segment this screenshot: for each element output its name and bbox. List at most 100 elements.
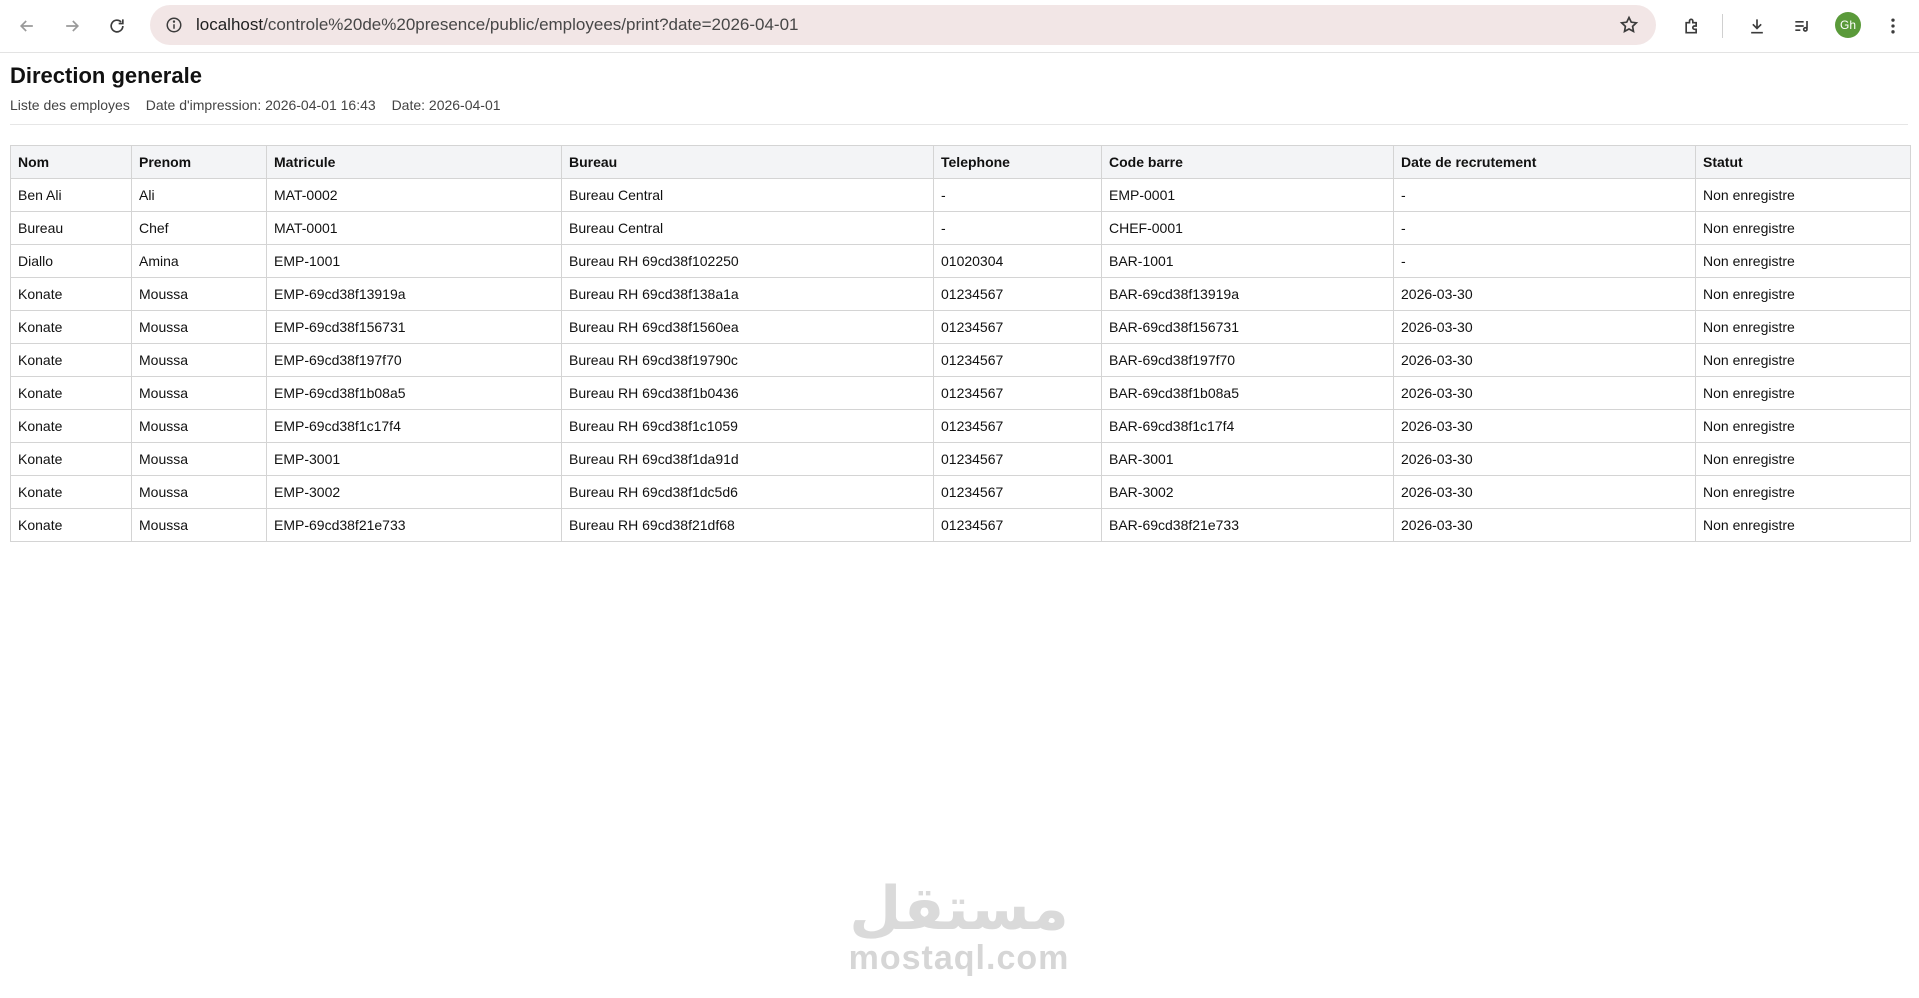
table-row: Ben Ali Ali MAT-0002 Bureau Central - EMP-000…: [10, 178, 1911, 212]
cell-telephone: 01234567: [933, 475, 1102, 509]
column-header: Prenom: [131, 145, 267, 179]
column-header: Bureau: [561, 145, 934, 179]
page-title: Direction generale: [10, 63, 202, 88]
cell-statut: Non enregistre: [1695, 475, 1911, 509]
cell-nom: Konate: [10, 376, 132, 410]
cell-nom: Konate: [10, 442, 132, 476]
cell-code-barre: EMP-0001: [1101, 178, 1394, 212]
cell-date-recrutement: 2026-03-30: [1393, 475, 1696, 509]
cell-matricule: EMP-69cd38f21e733: [266, 508, 562, 542]
url-host: localhost: [196, 15, 264, 34]
extensions-button[interactable]: [1676, 10, 1708, 42]
cell-nom: Konate: [10, 343, 132, 377]
cell-prenom: Moussa: [131, 508, 267, 542]
cell-nom: Ben Ali: [10, 178, 132, 212]
cell-nom: Konate: [10, 277, 132, 311]
cell-matricule: EMP-69cd38f13919a: [266, 277, 562, 311]
toolbar-divider: [1722, 14, 1723, 38]
column-header: Date de recrutement: [1393, 145, 1696, 179]
cell-code-barre: BAR-69cd38f13919a: [1101, 277, 1394, 311]
cell-prenom: Chef: [131, 211, 267, 245]
cell-code-barre: BAR-69cd38f1c17f4: [1101, 409, 1394, 443]
menu-button[interactable]: [1877, 10, 1909, 42]
cell-statut: Non enregistre: [1695, 343, 1911, 377]
cell-telephone: 01234567: [933, 442, 1102, 476]
cell-statut: Non enregistre: [1695, 244, 1911, 278]
menu-icon: [1891, 18, 1895, 34]
site-info-button[interactable]: [160, 11, 188, 39]
cell-date-recrutement: 2026-03-30: [1393, 277, 1696, 311]
cell-nom: Diallo: [10, 244, 132, 278]
cell-prenom: Moussa: [131, 310, 267, 344]
browser-toolbar: localhost/controle%20de%20presence/publi…: [0, 0, 1919, 53]
table-row: Konate Moussa EMP-69cd38f13919a Bureau RH 6…: [10, 277, 1911, 311]
cell-statut: Non enregistre: [1695, 178, 1911, 212]
column-header: Telephone: [933, 145, 1102, 179]
cell-prenom: Moussa: [131, 376, 267, 410]
cell-code-barre: BAR-69cd38f156731: [1101, 310, 1394, 344]
table-row: Konate Moussa EMP-3001 Bureau RH 69cd38f1da…: [10, 442, 1911, 476]
table-body: Ben Ali Ali MAT-0002 Bureau Central - EMP-000…: [10, 178, 1911, 542]
cell-matricule: EMP-69cd38f1c17f4: [266, 409, 562, 443]
cell-statut: Non enregistre: [1695, 442, 1911, 476]
cell-date-recrutement: -: [1393, 211, 1696, 245]
cell-date-recrutement: 2026-03-30: [1393, 376, 1696, 410]
reload-icon: [110, 19, 124, 33]
table-row: Bureau Chef MAT-0001 Bureau Central - CHEF-00…: [10, 211, 1911, 245]
reload-button[interactable]: [101, 10, 133, 42]
list-subtitle: Liste des employes: [10, 97, 130, 113]
back-button[interactable]: [11, 10, 43, 42]
cell-date-recrutement: 2026-03-30: [1393, 343, 1696, 377]
column-header: Matricule: [266, 145, 562, 179]
column-header: Statut: [1695, 145, 1911, 179]
cell-matricule: EMP-3001: [266, 442, 562, 476]
cell-matricule: EMP-69cd38f1b08a5: [266, 376, 562, 410]
cell-bureau: Bureau RH 69cd38f138a1a: [561, 277, 934, 311]
header-divider: [10, 124, 1908, 125]
cell-bureau: Bureau RH 69cd38f1560ea: [561, 310, 934, 344]
cell-telephone: 01234567: [933, 310, 1102, 344]
employees-table: Nom Prenom Matricule Bureau Telephone Co…: [10, 145, 1911, 542]
url-text[interactable]: localhost/controle%20de%20presence/publi…: [196, 5, 799, 45]
address-bar[interactable]: localhost/controle%20de%20presence/publi…: [150, 5, 1656, 45]
cell-code-barre: BAR-69cd38f197f70: [1101, 343, 1394, 377]
cell-prenom: Moussa: [131, 442, 267, 476]
cell-code-barre: BAR-3002: [1101, 475, 1394, 509]
table-row: Konate Moussa EMP-69cd38f21e733 Bureau RH 6…: [10, 508, 1911, 542]
cell-telephone: 01234567: [933, 376, 1102, 410]
cell-matricule: MAT-0002: [266, 178, 562, 212]
cell-bureau: Bureau RH 69cd38f19790c: [561, 343, 934, 377]
cell-bureau: Bureau RH 69cd38f1b0436: [561, 376, 934, 410]
cell-nom: Konate: [10, 409, 132, 443]
cell-telephone: 01020304: [933, 244, 1102, 278]
forward-button[interactable]: [56, 10, 88, 42]
cell-date-recrutement: 2026-03-30: [1393, 442, 1696, 476]
site-info-icon: [166, 17, 182, 33]
media-button[interactable]: [1786, 10, 1818, 42]
print-date: Date d'impression: 2026-04-01 16:43: [145, 97, 376, 113]
table-row: Konate Moussa EMP-69cd38f156731 Bureau RH 6…: [10, 310, 1911, 344]
bookmark-button[interactable]: [1616, 12, 1642, 38]
table-row: Konate Moussa EMP-69cd38f1c17f4 Bureau RH 6…: [10, 409, 1911, 443]
cell-prenom: Moussa: [131, 409, 267, 443]
report-date: Date: 2026-04-01: [391, 97, 501, 113]
cell-code-barre: BAR-1001: [1101, 244, 1394, 278]
cell-date-recrutement: 2026-03-30: [1393, 409, 1696, 443]
cell-date-recrutement: 2026-03-30: [1393, 508, 1696, 542]
cell-prenom: Moussa: [131, 277, 267, 311]
cell-telephone: 01234567: [933, 508, 1102, 542]
forward-icon: [66, 20, 80, 32]
profile-avatar[interactable]: Gh: [1835, 12, 1861, 38]
cell-bureau: Bureau RH 69cd38f1c1059: [561, 409, 934, 443]
download-button[interactable]: [1741, 10, 1773, 42]
cell-code-barre: BAR-3001: [1101, 442, 1394, 476]
cell-matricule: MAT-0001: [266, 211, 562, 245]
cell-matricule: EMP-69cd38f156731: [266, 310, 562, 344]
cell-prenom: Amina: [131, 244, 267, 278]
watermark: مستقل mostaql.com: [843, 878, 1075, 998]
cell-nom: Bureau: [10, 211, 132, 245]
cell-matricule: EMP-3002: [266, 475, 562, 509]
cell-prenom: Ali: [131, 178, 267, 212]
cell-date-recrutement: -: [1393, 244, 1696, 278]
cell-code-barre: BAR-69cd38f1b08a5: [1101, 376, 1394, 410]
